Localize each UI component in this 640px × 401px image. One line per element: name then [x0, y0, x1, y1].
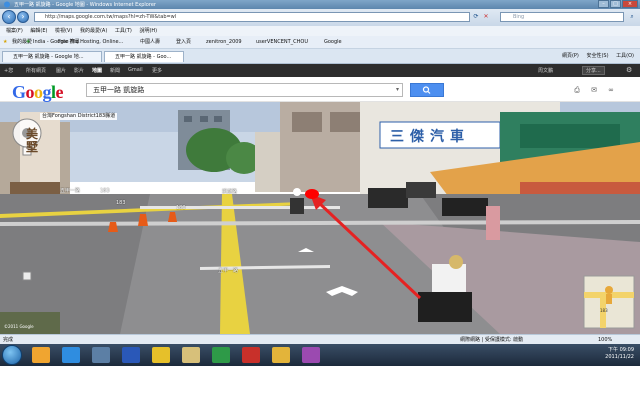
maps-search-input[interactable]: 五甲一路 凱旋路 ▾: [86, 83, 403, 97]
menu-favorites[interactable]: 我的最愛(A): [80, 26, 107, 36]
refresh-icon[interactable]: ⟳: [472, 13, 480, 21]
maps-search-text: 五甲一路 凱旋路: [93, 86, 145, 94]
favorites-star-icon[interactable]: ★: [3, 38, 7, 46]
gbar-gmail[interactable]: Gmail: [128, 67, 143, 73]
link-icon[interactable]: ∞: [606, 86, 616, 95]
gbar-share[interactable]: 分享...: [582, 66, 605, 75]
gbar-images[interactable]: 圖片: [56, 67, 66, 74]
minimize-button[interactable]: –: [598, 0, 609, 8]
taskbar-paint-icon[interactable]: [302, 347, 320, 363]
copyright-text: ©2011 Google: [4, 324, 34, 329]
menu-edit[interactable]: 編輯(E): [30, 26, 47, 36]
road-label-wujia-2: 五甲一路: [218, 268, 239, 274]
navigate-forward-arrow[interactable]: [296, 248, 316, 256]
gbar-web[interactable]: 所有網頁: [26, 67, 46, 74]
search-icon: [422, 86, 431, 94]
address-input[interactable]: http://maps.google.com.tw/maps?hl=zh-TW&…: [34, 12, 470, 22]
forward-button[interactable]: ›: [17, 11, 29, 23]
taskbar-ie-icon[interactable]: [62, 347, 80, 363]
gbar-more[interactable]: 更多: [152, 67, 162, 74]
favorite-link-user[interactable]: userVENCENT_CHOU: [256, 38, 308, 46]
stop-icon[interactable]: ✕: [482, 13, 490, 21]
tab-1[interactable]: 五甲一路 凱旋路 - Google 地...: [2, 51, 102, 62]
minimap[interactable]: [584, 276, 634, 328]
tab-1-label: 五甲一路 凱旋路 - Google 地...: [13, 54, 84, 60]
streetview-scene: [0, 102, 640, 334]
gbar-plus-you[interactable]: +您: [4, 67, 13, 74]
zoom-in-button[interactable]: [23, 249, 31, 257]
favorite-link-hosting[interactable]: Free File Hosting, Online...: [58, 38, 123, 46]
taskbar-pdf-icon[interactable]: [242, 347, 260, 363]
maps-header: Google 五甲一路 凱旋路 ▾ ⎙ ✉ ∞: [0, 77, 640, 102]
ie-icon: [3, 1, 11, 8]
close-button[interactable]: ×: [622, 0, 638, 8]
taskbar: 下午 09:09 2011/11/22: [0, 344, 640, 366]
zoom-level[interactable]: 100%: [598, 336, 612, 344]
maximize-button[interactable]: □: [610, 0, 621, 8]
road-label-183-c: 183: [176, 205, 186, 211]
status-text: 完成: [3, 337, 14, 343]
cmd-safety[interactable]: 安全性(S): [586, 53, 608, 59]
menu-file[interactable]: 檔案(F): [6, 26, 23, 36]
cmd-tools[interactable]: 工具(O): [616, 53, 634, 59]
shop-sign: 三傑汽車: [390, 129, 470, 145]
search-input[interactable]: Bing: [500, 12, 624, 22]
menu-help[interactable]: 說明(H): [139, 26, 157, 36]
taskbar-word-icon[interactable]: [122, 347, 140, 363]
maps-search-button[interactable]: [410, 83, 444, 97]
taskbar-explorer-icon[interactable]: [182, 347, 200, 363]
add-favorite-icon[interactable]: ✚: [26, 38, 30, 46]
window-title: 五甲一路 凱旋路 - Google 地圖 - Windows Internet …: [14, 2, 156, 8]
url-text: http://maps.google.com.tw/maps?hl=zh-TW&…: [45, 14, 177, 20]
start-button[interactable]: [2, 345, 22, 365]
taskbar-search-icon[interactable]: [272, 347, 290, 363]
gbar-news[interactable]: 新聞: [110, 67, 120, 74]
command-bar: 網頁(P) 安全性(S) 工具(O): [562, 51, 640, 61]
menu-bar: 檔案(F) 編輯(E) 檢視(V) 我的最愛(A) 工具(T) 說明(H): [0, 26, 640, 36]
back-button[interactable]: ‹: [2, 10, 16, 24]
road-label-183-b: 183: [116, 200, 126, 206]
print-icon[interactable]: ⎙: [572, 86, 582, 95]
road-label-183-a: 183: [100, 188, 110, 194]
menu-tools[interactable]: 工具(T): [115, 26, 132, 36]
taskbar-excel-icon[interactable]: [212, 347, 230, 363]
search-placeholder: Bing: [513, 14, 525, 20]
dropdown-arrow-icon[interactable]: ▾: [396, 84, 399, 96]
taskbar-window-icon[interactable]: [92, 347, 110, 363]
tab-2[interactable]: 五甲一路 凱旋路 - Goo...: [104, 51, 184, 62]
streetview-panorama[interactable]: 台灣Fongshan District183縣道 五甲一路 凱旋路 五甲一路 1…: [0, 102, 640, 334]
tab-bar: 五甲一路 凱旋路 - Google 地... 五甲一路 凱旋路 - Goo...…: [0, 49, 640, 64]
taskbar-flash-icon[interactable]: [152, 347, 170, 363]
tab-2-label: 五甲一路 凱旋路 - Goo...: [115, 54, 172, 60]
pan-control[interactable]: [13, 119, 41, 147]
menu-view[interactable]: 檢視(V): [55, 26, 72, 36]
google-bar: +您 所有網頁 圖片 影片 地圖 新聞 Gmail 更多 周文鵬 分享... ⚙: [0, 64, 640, 77]
favorite-link-chinalife[interactable]: 中國人壽: [140, 38, 160, 46]
cmd-page[interactable]: 網頁(P): [562, 53, 579, 59]
window-titlebar: 五甲一路 凱旋路 - Google 地圖 - Windows Internet …: [0, 0, 640, 9]
clock-time: 下午 09:09: [608, 347, 634, 353]
location-label: 台灣Fongshan District183縣道: [40, 113, 118, 120]
navigate-back-arrow[interactable]: [326, 286, 358, 298]
gbar-user[interactable]: 周文鵬: [538, 67, 553, 74]
clock-date: 2011/11/22: [605, 354, 634, 360]
email-icon[interactable]: ✉: [589, 86, 599, 95]
address-bar-row: ‹ › http://maps.google.com.tw/maps?hl=zh…: [0, 9, 640, 26]
search-icon[interactable]: ⌕: [628, 13, 636, 21]
road-label-wujia-1: 五甲一路: [60, 188, 81, 194]
favorite-link-login[interactable]: 登入頁: [176, 38, 191, 46]
taskbar-folder-icon[interactable]: [32, 347, 50, 363]
favorites-bar: ★ 我的最愛 ✚ India - Google 搜尋 Free File Hos…: [0, 36, 640, 49]
favorite-link-zenitron[interactable]: zenitron_2009: [206, 38, 242, 46]
road-label-kaixuan: 凱旋路: [222, 189, 238, 195]
gbar-maps[interactable]: 地圖: [92, 67, 102, 74]
system-clock[interactable]: 下午 09:09 2011/11/22: [605, 347, 634, 361]
gear-icon[interactable]: ⚙: [626, 66, 632, 74]
google-logo: Google: [12, 82, 64, 102]
security-zone: 網際網路 | 受保護模式: 啟動: [460, 337, 524, 343]
favorite-link-google[interactable]: Google: [324, 38, 342, 46]
gbar-videos[interactable]: 影片: [74, 67, 84, 74]
